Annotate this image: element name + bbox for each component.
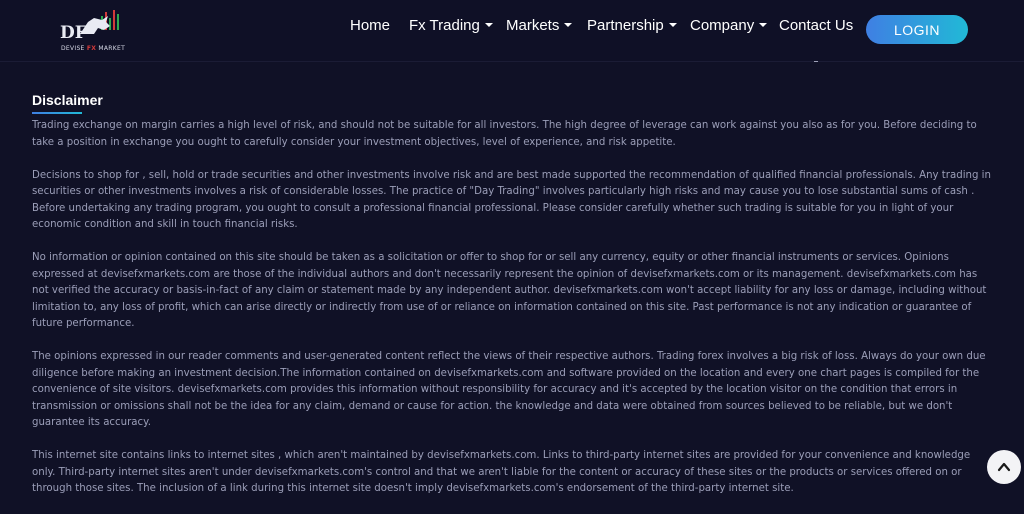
nav-contact-us[interactable]: Contact Us <box>779 17 853 34</box>
nav-fx-trading-label: Fx Trading <box>409 17 480 34</box>
disclaimer-paragraph: Decisions to shop for , sell, hold or tr… <box>32 169 991 231</box>
nav-markets-label: Markets <box>506 17 560 34</box>
divider-mark <box>814 61 818 62</box>
logo-letters: DF <box>60 23 87 42</box>
nav-company-label: Company <box>690 17 755 34</box>
disclaimer-title: Disclaimer <box>32 92 103 108</box>
logo-tagline: DEVISE FX MARKET <box>60 45 126 52</box>
disclaimer-paragraph: Trading exchange on margin carries a hig… <box>32 120 977 148</box>
chevron-down-icon <box>484 23 493 27</box>
scroll-to-top-button[interactable] <box>987 450 1021 484</box>
top-navbar: DF DEVISE FX MARKET Home Fx Trading Mark… <box>0 0 1024 62</box>
nav-partnership-label: Partnership <box>587 17 664 34</box>
disclaimer-paragraph: The opinions expressed in our reader com… <box>32 351 986 428</box>
nav-fx-trading[interactable]: Fx Trading <box>409 17 493 34</box>
disclaimer-paragraph: This internet site contains links to int… <box>32 450 971 494</box>
chevron-down-icon <box>759 23 768 27</box>
logo-bull-icon: DF <box>60 10 119 42</box>
nav-home[interactable]: Home <box>350 17 390 34</box>
title-underline <box>32 112 82 114</box>
disclaimer-section: Disclaimer Trading exchange on margin ca… <box>32 92 994 514</box>
chevron-down-icon <box>668 23 677 27</box>
brand-logo[interactable]: DF DEVISE FX MARKET <box>58 8 128 54</box>
chevron-up-icon <box>997 462 1011 472</box>
nav-partnership[interactable]: Partnership <box>587 17 677 34</box>
nav-company[interactable]: Company <box>690 17 768 34</box>
login-button[interactable]: LOGIN <box>866 15 968 44</box>
nav-markets[interactable]: Markets <box>506 17 573 34</box>
disclaimer-paragraph: No information or opinion contained on t… <box>32 252 987 329</box>
chevron-down-icon <box>564 23 573 27</box>
